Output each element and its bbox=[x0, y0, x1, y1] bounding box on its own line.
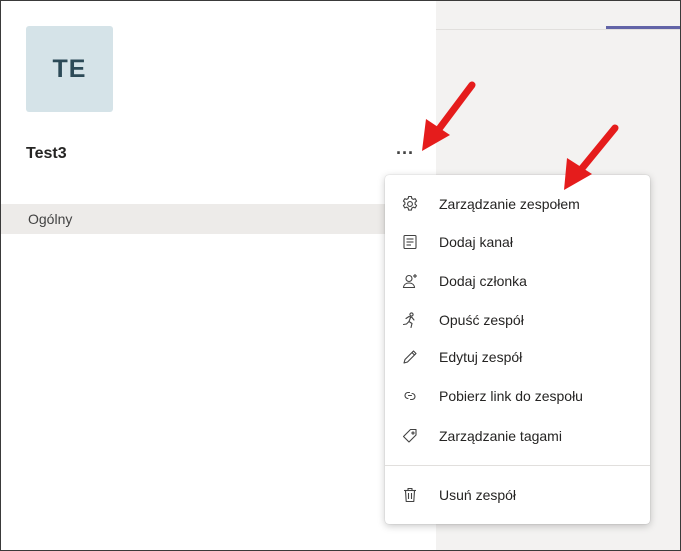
menu-item-delete-team[interactable]: Usuń zespół bbox=[385, 477, 650, 513]
leave-running-icon bbox=[401, 311, 419, 329]
menu-item-manage-tags[interactable]: Zarządzanie tagami bbox=[385, 418, 650, 454]
menu-item-label: Zarządzanie tagami bbox=[439, 428, 562, 444]
team-avatar: TE bbox=[26, 26, 113, 112]
menu-item-get-team-link[interactable]: Pobierz link do zespołu bbox=[385, 378, 650, 414]
menu-item-label: Dodaj kanał bbox=[439, 234, 513, 250]
channel-list-icon bbox=[401, 233, 419, 251]
channel-item-general[interactable]: Ogólny bbox=[1, 204, 436, 234]
menu-item-label: Zarządzanie zespołem bbox=[439, 196, 580, 212]
pencil-icon bbox=[401, 348, 419, 366]
team-context-menu: Zarządzanie zespołem Dodaj kanał Dodaj c… bbox=[385, 175, 650, 524]
menu-item-edit-team[interactable]: Edytuj zespół bbox=[385, 339, 650, 375]
menu-item-add-member[interactable]: Dodaj członka bbox=[385, 263, 650, 299]
teams-window: TE Test3 ··· Ogólny Zarządzanie zespołem bbox=[0, 0, 681, 551]
menu-item-label: Edytuj zespół bbox=[439, 349, 523, 365]
active-tab-indicator bbox=[606, 26, 680, 29]
menu-item-add-channel[interactable]: Dodaj kanał bbox=[385, 224, 650, 260]
more-options-button[interactable]: ··· bbox=[394, 142, 416, 164]
tag-icon bbox=[401, 427, 419, 445]
trash-icon bbox=[401, 486, 419, 504]
content-header-divider bbox=[436, 29, 680, 30]
annotation-arrow-icon bbox=[422, 81, 476, 151]
annotation-arrow-icon bbox=[564, 124, 619, 190]
team-avatar-initials: TE bbox=[52, 54, 87, 83]
menu-item-label: Opuść zespół bbox=[439, 312, 524, 328]
menu-item-label: Dodaj członka bbox=[439, 273, 527, 289]
channel-label: Ogólny bbox=[28, 211, 73, 227]
menu-item-label: Usuń zespół bbox=[439, 487, 517, 503]
gear-icon bbox=[401, 195, 419, 213]
menu-item-leave-team[interactable]: Opuść zespół bbox=[385, 302, 650, 338]
link-icon bbox=[401, 387, 419, 405]
more-options-icon: ··· bbox=[396, 143, 414, 163]
team-panel: TE Test3 ··· Ogólny bbox=[1, 1, 436, 550]
team-name: Test3 bbox=[26, 145, 67, 162]
menu-item-label: Pobierz link do zespołu bbox=[439, 388, 583, 404]
menu-divider bbox=[385, 465, 650, 466]
add-person-icon bbox=[401, 272, 419, 290]
